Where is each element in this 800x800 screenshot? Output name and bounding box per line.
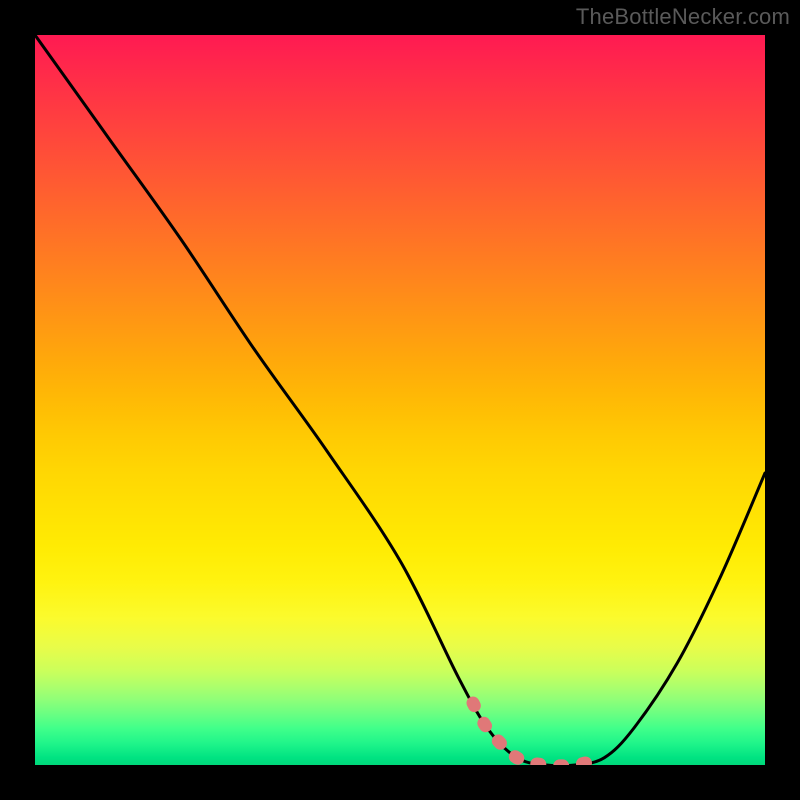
watermark-text: TheBottleNecker.com: [576, 4, 790, 30]
chart-frame: TheBottleNecker.com: [0, 0, 800, 800]
chart-svg: [35, 35, 765, 765]
plot-area: [35, 35, 765, 765]
bottleneck-curve-path: [35, 35, 765, 765]
